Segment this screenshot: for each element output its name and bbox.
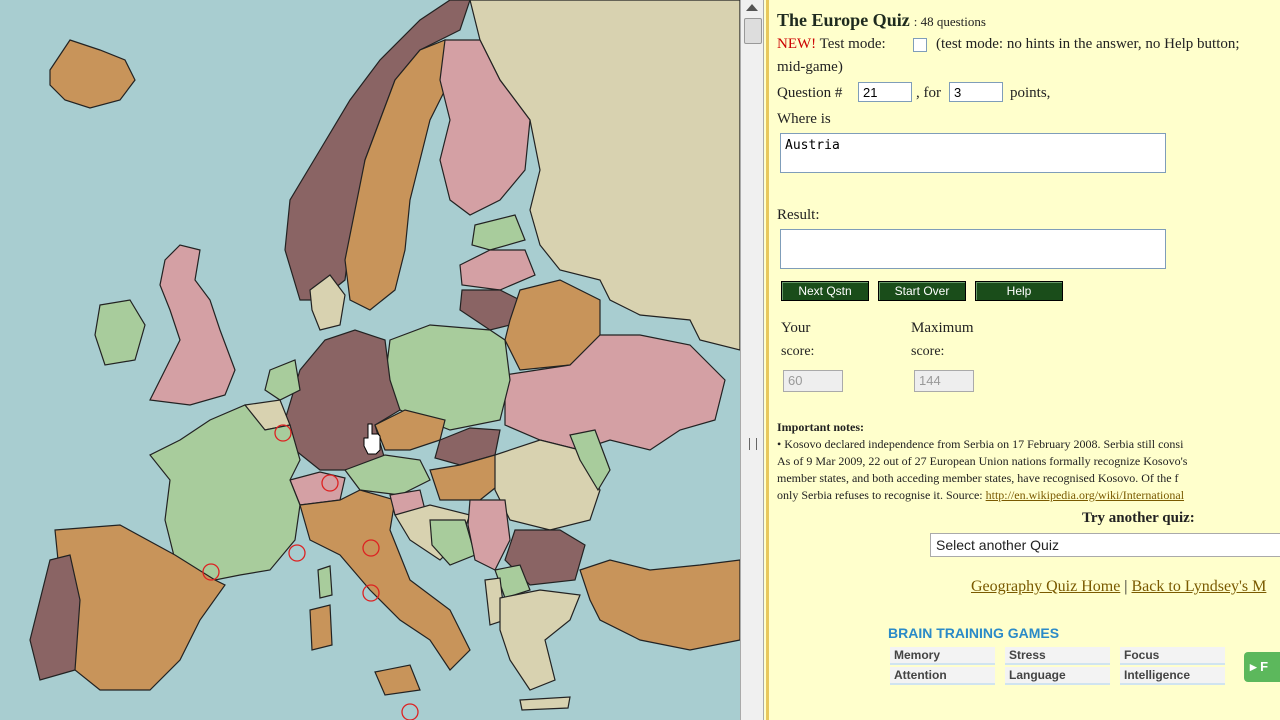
quiz-panel: The Europe Quiz : 48 questions NEW! Test… — [766, 0, 1280, 720]
region-sardinia[interactable] — [309, 604, 333, 651]
notes-line-1: • Kosovo declared independence from Serb… — [777, 437, 1184, 451]
ad-item-language[interactable]: Language — [1005, 667, 1110, 685]
geography-home-link[interactable]: Geography Quiz Home — [971, 578, 1120, 595]
result-label: Result: — [777, 207, 820, 223]
wikipedia-link[interactable]: http://en.wikipedia.org/wiki/Internation… — [986, 488, 1184, 502]
your-score-value: 60 — [783, 370, 843, 392]
help-button[interactable]: Help — [975, 281, 1063, 301]
footer-separator: | — [1124, 578, 1128, 595]
ad-item-attention[interactable]: Attention — [890, 667, 995, 685]
for-label: , for — [916, 85, 941, 101]
test-mode-note-2: mid-game) — [777, 59, 843, 75]
result-textarea[interactable] — [780, 229, 1166, 269]
notes-line-3: member states, and both acceding member … — [777, 471, 1179, 485]
try-another-heading: Try another quiz: — [1082, 510, 1195, 526]
ad-title: BRAIN TRAINING GAMES — [888, 625, 1060, 641]
ad-item-focus[interactable]: Focus — [1120, 647, 1225, 665]
another-quiz-select[interactable]: Select another Quiz — [930, 533, 1280, 557]
test-mode-row: NEW! Test mode: — [777, 36, 886, 53]
max-score-value: 144 — [914, 370, 974, 392]
max-score-label-2: score: — [911, 344, 945, 359]
footer-links: Geography Quiz Home | Back to Lyndsey's … — [971, 578, 1266, 596]
your-score-label-2: score: — [781, 344, 815, 359]
ad-go-label: F — [1260, 659, 1269, 674]
notes-heading: Important notes: — [777, 420, 864, 434]
test-mode-checkbox[interactable] — [913, 38, 927, 52]
quiz-header: The Europe Quiz : 48 questions — [777, 10, 986, 31]
max-score-label-1: Maximum — [911, 320, 974, 336]
splitter-grip-icon[interactable] — [749, 438, 757, 450]
points-label: points, — [1010, 85, 1051, 101]
scroll-up-arrow-icon[interactable] — [746, 4, 758, 11]
ad-item-memory[interactable]: Memory — [890, 647, 995, 665]
ad-item-stress[interactable]: Stress — [1005, 647, 1110, 665]
question-label: Question # — [777, 85, 843, 101]
test-mode-label: Test mode: — [819, 36, 886, 52]
next-question-button[interactable]: Next Qstn — [781, 281, 869, 301]
question-count: : 48 questions — [913, 14, 986, 29]
frame-splitter[interactable] — [740, 0, 764, 720]
map-svg[interactable] — [0, 0, 740, 720]
quiz-title: The Europe Quiz — [777, 10, 910, 30]
ad-go-button[interactable]: ▸ F — [1244, 652, 1280, 682]
play-icon: ▸ — [1250, 659, 1257, 674]
back-to-lyndsey-link[interactable]: Back to Lyndsey's M — [1132, 578, 1267, 595]
new-badge: NEW! — [777, 36, 817, 52]
question-number-input[interactable] — [858, 82, 912, 102]
region-crete[interactable] — [519, 696, 571, 711]
test-mode-note: (test mode: no hints in the answer, no H… — [936, 36, 1240, 52]
question-textarea[interactable]: Austria — [780, 133, 1166, 173]
notes-line-2: As of 9 Mar 2009, 22 out of 27 European … — [777, 454, 1188, 468]
europe-map[interactable] — [0, 0, 741, 720]
notes-line-4-text: only Serbia refuses to recognise it. Sou… — [777, 488, 986, 502]
where-label: Where is — [777, 111, 831, 127]
start-over-button[interactable]: Start Over — [878, 281, 966, 301]
region-corsica[interactable] — [317, 565, 333, 599]
ad-item-intelligence[interactable]: Intelligence — [1120, 667, 1225, 685]
your-score-label-1: Your — [781, 320, 811, 336]
notes-line-4: only Serbia refuses to recognise it. Sou… — [777, 487, 1184, 504]
scrollbar-thumb[interactable] — [744, 18, 762, 44]
points-input[interactable] — [949, 82, 1003, 102]
